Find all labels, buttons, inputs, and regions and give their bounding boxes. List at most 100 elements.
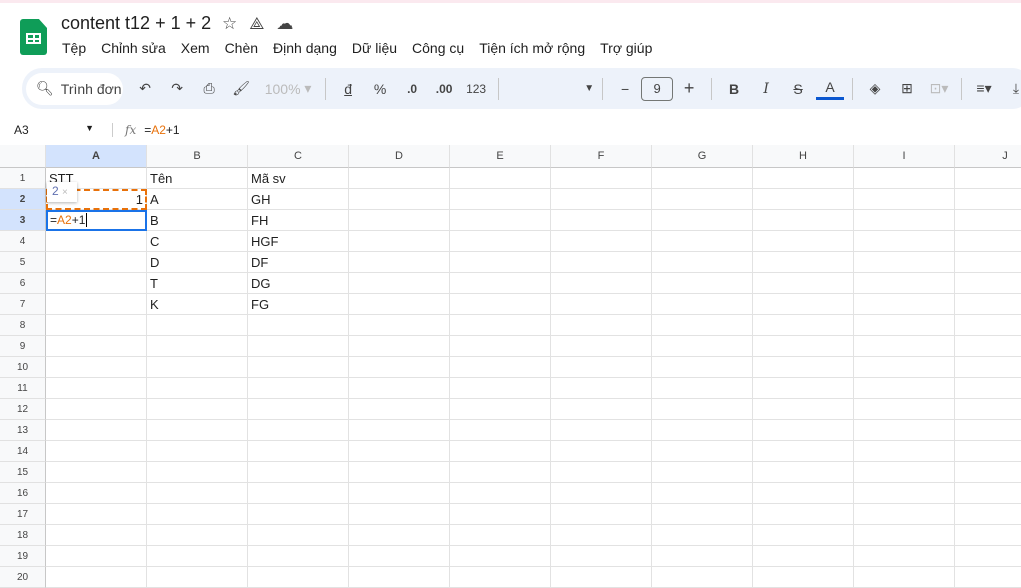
cell-D5[interactable] [349, 252, 450, 273]
cell-A10[interactable] [46, 357, 147, 378]
cell-G15[interactable] [652, 462, 753, 483]
percent-button[interactable]: % [366, 75, 394, 103]
cell-H16[interactable] [753, 483, 854, 504]
row-header-3[interactable]: 3 [0, 210, 46, 231]
cell-F12[interactable] [551, 399, 652, 420]
cell-H8[interactable] [753, 315, 854, 336]
cell-J19[interactable] [955, 546, 1021, 567]
cell-E10[interactable] [450, 357, 551, 378]
cell-E6[interactable] [450, 273, 551, 294]
cell-A17[interactable] [46, 504, 147, 525]
formula-input[interactable]: =A2+1 [144, 123, 179, 137]
cell-F3[interactable] [551, 210, 652, 231]
column-header-B[interactable]: B [147, 145, 248, 168]
cell-G2[interactable] [652, 189, 753, 210]
cell-H12[interactable] [753, 399, 854, 420]
cell-D12[interactable] [349, 399, 450, 420]
cell-C18[interactable] [248, 525, 349, 546]
cell-B13[interactable] [147, 420, 248, 441]
cell-G10[interactable] [652, 357, 753, 378]
cell-B1[interactable]: Tên [147, 168, 248, 189]
increase-font-size-button[interactable]: + [675, 75, 703, 103]
cell-J3[interactable] [955, 210, 1021, 231]
column-header-D[interactable]: D [349, 145, 450, 168]
cell-F5[interactable] [551, 252, 652, 273]
cell-E8[interactable] [450, 315, 551, 336]
cell-I6[interactable] [854, 273, 955, 294]
cell-J12[interactable] [955, 399, 1021, 420]
row-header-16[interactable]: 16 [0, 483, 46, 504]
cell-B12[interactable] [147, 399, 248, 420]
cell-J4[interactable] [955, 231, 1021, 252]
cell-E3[interactable] [450, 210, 551, 231]
cell-H4[interactable] [753, 231, 854, 252]
cell-C2[interactable]: GH [248, 189, 349, 210]
cell-I15[interactable] [854, 462, 955, 483]
cell-H5[interactable] [753, 252, 854, 273]
menu-data[interactable]: Dữ liệu [352, 40, 405, 56]
cell-A9[interactable] [46, 336, 147, 357]
decrease-font-size-button[interactable]: − [611, 75, 639, 103]
cell-J13[interactable] [955, 420, 1021, 441]
cell-F15[interactable] [551, 462, 652, 483]
cell-A16[interactable] [46, 483, 147, 504]
cell-F9[interactable] [551, 336, 652, 357]
menu-help[interactable]: Trợ giúp [600, 40, 660, 56]
row-header-19[interactable]: 19 [0, 546, 46, 567]
menu-view[interactable]: Xem [181, 40, 217, 56]
row-header-5[interactable]: 5 [0, 252, 46, 273]
cell-F8[interactable] [551, 315, 652, 336]
cell-B4[interactable]: C [147, 231, 248, 252]
cell-H11[interactable] [753, 378, 854, 399]
row-header-12[interactable]: 12 [0, 399, 46, 420]
cell-G1[interactable] [652, 168, 753, 189]
cell-D11[interactable] [349, 378, 450, 399]
cell-A20[interactable] [46, 567, 147, 588]
cell-C11[interactable] [248, 378, 349, 399]
cell-G16[interactable] [652, 483, 753, 504]
row-header-15[interactable]: 15 [0, 462, 46, 483]
cell-E18[interactable] [450, 525, 551, 546]
cell-J6[interactable] [955, 273, 1021, 294]
row-header-4[interactable]: 4 [0, 231, 46, 252]
paint-format-icon[interactable]: 🖌︎ [227, 75, 255, 103]
cell-J16[interactable] [955, 483, 1021, 504]
cell-G5[interactable] [652, 252, 753, 273]
cell-A8[interactable] [46, 315, 147, 336]
cell-D4[interactable] [349, 231, 450, 252]
cell-E17[interactable] [450, 504, 551, 525]
cell-C6[interactable]: DG [248, 273, 349, 294]
select-all-corner[interactable] [0, 145, 46, 168]
row-header-18[interactable]: 18 [0, 525, 46, 546]
cell-B7[interactable]: K [147, 294, 248, 315]
cell-A18[interactable] [46, 525, 147, 546]
cell-F2[interactable] [551, 189, 652, 210]
cell-G7[interactable] [652, 294, 753, 315]
document-title[interactable]: content t12 + 1 + 2 [61, 13, 211, 34]
cell-C1[interactable]: Mã sv [248, 168, 349, 189]
italic-button[interactable]: I [752, 75, 780, 103]
cell-F18[interactable] [551, 525, 652, 546]
cell-F1[interactable] [551, 168, 652, 189]
cell-I4[interactable] [854, 231, 955, 252]
cell-G8[interactable] [652, 315, 753, 336]
cell-F17[interactable] [551, 504, 652, 525]
cell-H10[interactable] [753, 357, 854, 378]
cell-G20[interactable] [652, 567, 753, 588]
cell-F20[interactable] [551, 567, 652, 588]
row-header-17[interactable]: 17 [0, 504, 46, 525]
strikethrough-icon[interactable]: S [784, 75, 812, 103]
cell-I8[interactable] [854, 315, 955, 336]
cell-H17[interactable] [753, 504, 854, 525]
row-header-9[interactable]: 9 [0, 336, 46, 357]
cell-F7[interactable] [551, 294, 652, 315]
cell-B17[interactable] [147, 504, 248, 525]
cell-I7[interactable] [854, 294, 955, 315]
cell-D19[interactable] [349, 546, 450, 567]
cell-H6[interactable] [753, 273, 854, 294]
cell-D16[interactable] [349, 483, 450, 504]
row-header-6[interactable]: 6 [0, 273, 46, 294]
column-header-G[interactable]: G [652, 145, 753, 168]
redo-icon[interactable]: ↷ [163, 75, 191, 103]
vertical-align-icon[interactable]: ⤓ [1002, 75, 1021, 103]
